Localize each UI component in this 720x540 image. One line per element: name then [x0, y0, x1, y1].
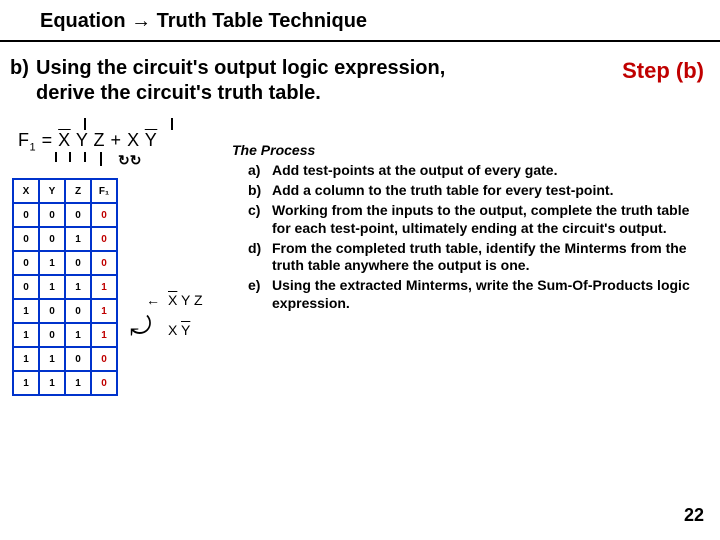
ybar: Y	[181, 322, 190, 338]
tick-mark	[171, 118, 173, 130]
subheading-line1: Using the circuit's output logic express…	[36, 57, 445, 79]
cell-output: 0	[91, 347, 117, 371]
col-header: Z	[65, 179, 91, 203]
cell: 1	[13, 347, 39, 371]
process-heading: The Process	[232, 142, 702, 160]
subheading: b)Using the circuit's output logic expre…	[10, 56, 570, 106]
cell: 1	[13, 323, 39, 347]
table-row: 1 1 0 0	[13, 347, 117, 371]
tick-mark	[84, 118, 86, 130]
step-label: Step (b)	[622, 58, 704, 84]
list-text: Using the extracted Minterms, write the …	[272, 277, 690, 311]
cell-output: 0	[91, 203, 117, 227]
cell: 1	[39, 347, 65, 371]
table-row: 1 1 1 0	[13, 371, 117, 395]
cell: 0	[65, 347, 91, 371]
table-row: 0 0 0 0	[13, 203, 117, 227]
cell: 0	[65, 203, 91, 227]
cell: 0	[39, 299, 65, 323]
list-item: b)Add a column to the truth table for ev…	[272, 182, 702, 200]
table-row: 0 1 1 1	[13, 275, 117, 299]
cell: 1	[65, 275, 91, 299]
title-underline	[0, 40, 720, 42]
list-key: e)	[248, 277, 260, 295]
col-header: X	[13, 179, 39, 203]
cell: 0	[65, 299, 91, 323]
arrow-left-icon: ←	[146, 292, 162, 308]
eq-plus: +	[105, 130, 127, 150]
tick-mark	[84, 152, 86, 162]
cell-output: 1	[91, 299, 117, 323]
cell: 1	[39, 251, 65, 275]
list-key: a)	[248, 162, 260, 180]
minterm-row: X Y	[146, 315, 203, 345]
arrow-left-icon	[146, 322, 162, 338]
table-row: 0 1 0 0	[13, 251, 117, 275]
eq-xbar: X	[58, 130, 71, 150]
cell: 0	[39, 323, 65, 347]
subheading-key: b)	[10, 56, 36, 81]
eq-y: Y	[76, 130, 88, 150]
table-row: 1 0 1 1	[13, 323, 117, 347]
minterm-annotations: ← X Y Z X Y	[146, 285, 203, 345]
list-item: e)Using the extracted Minterms, write th…	[272, 277, 702, 313]
process-block: The Process a) Add test-points at the out…	[232, 142, 702, 315]
cell: 0	[65, 251, 91, 275]
cell: 1	[65, 371, 91, 395]
col-header: Y	[39, 179, 65, 203]
cell: 1	[39, 275, 65, 299]
cell-output: 0	[91, 251, 117, 275]
list-text: Working from the inputs to the output, c…	[272, 202, 689, 236]
xbar: X	[168, 292, 177, 308]
cell: 1	[39, 371, 65, 395]
list-key: b)	[248, 182, 261, 200]
cell: 1	[13, 371, 39, 395]
cell: 0	[39, 203, 65, 227]
slide-title: Equation → Truth Table Technique	[40, 10, 367, 33]
cell: 0	[13, 203, 39, 227]
list-text: From the completed truth table, identify…	[272, 240, 687, 274]
col-header: F₁	[91, 179, 117, 203]
cell-output: 1	[91, 323, 117, 347]
tick-mark	[100, 152, 102, 166]
cell-output: 0	[91, 227, 117, 251]
cell: 0	[13, 275, 39, 299]
tick-mark	[55, 152, 57, 162]
cell-output: 0	[91, 371, 117, 395]
subheading-indent	[10, 81, 36, 106]
loop-icon: ↻↻	[118, 152, 141, 169]
list-item: d)From the completed truth table, identi…	[272, 240, 702, 276]
list-key: c)	[248, 202, 260, 220]
logic-equation: F1 = X Y Z + X Y	[18, 130, 157, 154]
list-item: a)Add test-points at the output of every…	[272, 162, 702, 180]
cell: 1	[13, 299, 39, 323]
subheading-line2: derive the circuit's truth table.	[36, 82, 321, 104]
list-key: d)	[248, 240, 261, 258]
eq-ybar: Y	[145, 130, 158, 150]
cell: 1	[65, 227, 91, 251]
table-row: 0 0 1 0	[13, 227, 117, 251]
cell: 0	[13, 251, 39, 275]
eq-lhs: F	[18, 130, 30, 150]
minterm-expr: X Y Z	[168, 292, 203, 308]
list-text: Add a column to the truth table for ever…	[272, 182, 613, 198]
eq-z: Z	[94, 130, 106, 150]
minterm-row: ← X Y Z	[146, 285, 203, 315]
cell: 0	[39, 227, 65, 251]
minterm-expr: X Y	[168, 322, 190, 338]
cell: 1	[65, 323, 91, 347]
eq-equals: =	[36, 130, 58, 150]
table-row: 1 0 0 1	[13, 299, 117, 323]
list-item: c)Working from the inputs to the output,…	[272, 202, 702, 238]
cell: 0	[13, 227, 39, 251]
list-text: Add test-points at the output of every g…	[272, 162, 557, 178]
table-header-row: X Y Z F₁	[13, 179, 117, 203]
eq-x2: X	[127, 130, 140, 150]
tick-mark	[69, 152, 71, 162]
page-number: 22	[684, 505, 704, 526]
process-list: a) Add test-points at the output of every…	[232, 162, 702, 313]
cell-output: 1	[91, 275, 117, 299]
truth-table: X Y Z F₁ 0 0 0 0 0 0 1 0 0 1 0 0 0 1 1 1	[12, 178, 118, 396]
